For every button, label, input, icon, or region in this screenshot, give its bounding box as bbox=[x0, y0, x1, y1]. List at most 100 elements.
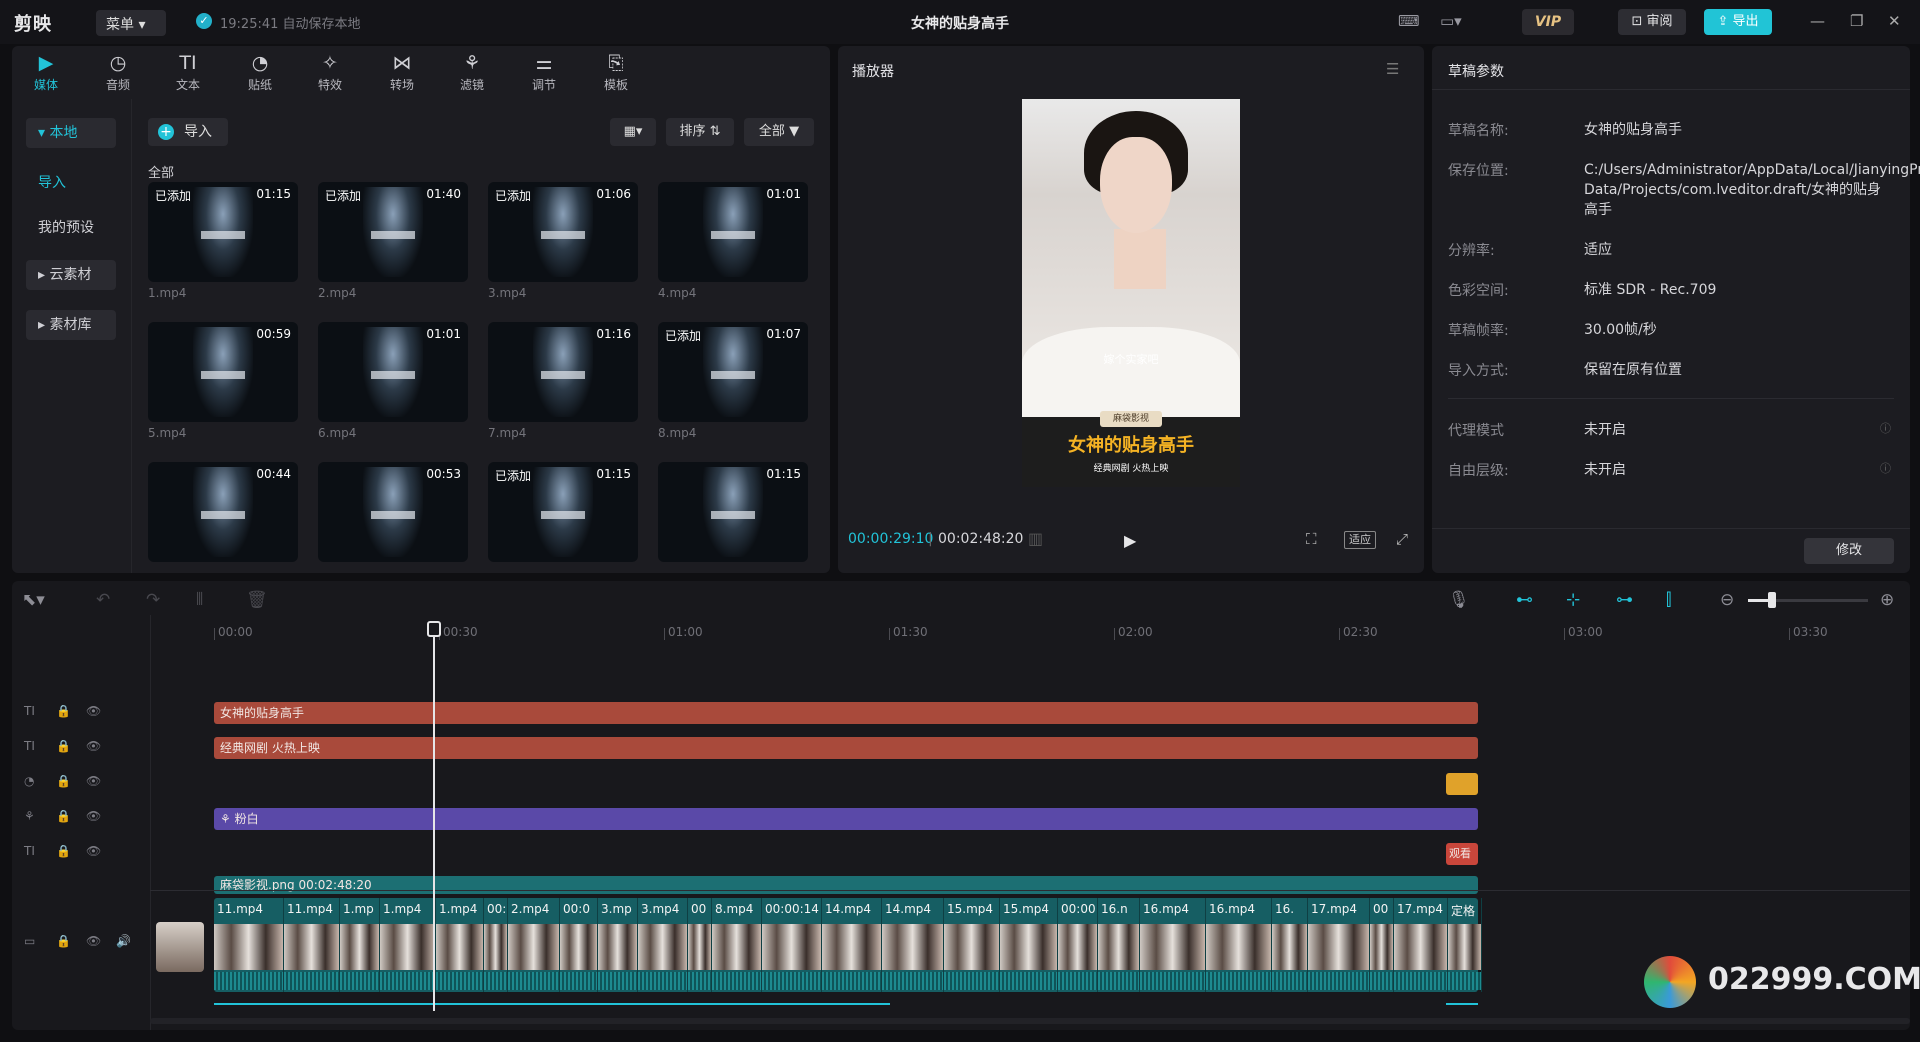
zoom-in-icon[interactable]: ⊕ bbox=[1880, 590, 1894, 610]
video-segment[interactable]: 11.mp4 bbox=[284, 898, 340, 992]
tab-adjust[interactable]: ⚌ 调节 bbox=[514, 50, 574, 93]
video-segment[interactable]: 00: bbox=[484, 898, 508, 992]
tab-transition[interactable]: ⋈ 转场 bbox=[372, 50, 432, 93]
help-icon[interactable]: ⓘ bbox=[1880, 420, 1891, 436]
sidebar-item-cloud[interactable]: ▸ 云素材 bbox=[26, 260, 116, 290]
select-tool-icon[interactable]: ⬉▾ bbox=[22, 590, 45, 610]
media-thumbnail[interactable]: 00:53 bbox=[318, 462, 468, 562]
lock-icon[interactable]: 🔒 bbox=[56, 739, 71, 753]
undo-icon[interactable]: ↶ bbox=[96, 590, 110, 610]
video-segment[interactable]: 定格 bbox=[1448, 898, 1482, 992]
video-segment[interactable]: 2.mp4 bbox=[508, 898, 560, 992]
video-segment[interactable]: 00 bbox=[1370, 898, 1394, 992]
review-button[interactable]: ⊡ 审阅 bbox=[1618, 9, 1686, 35]
split-icon[interactable]: ⫴ bbox=[196, 590, 203, 610]
media-thumbnail[interactable]: 01:15 bbox=[658, 462, 808, 562]
tab-text[interactable]: TI 文本 bbox=[158, 50, 218, 93]
video-segment[interactable]: 1.mp4 bbox=[436, 898, 484, 992]
tab-filter[interactable]: ⚘ 滤镜 bbox=[442, 50, 502, 93]
video-segment[interactable]: 8.mp4 bbox=[712, 898, 762, 992]
cover-thumbnail[interactable] bbox=[156, 922, 204, 972]
main-video-track[interactable]: 11.mp4 11.mp4 1.mp 1.mp4 1.mp4 00: 2.mp4 00:0 3.… bbox=[214, 898, 1482, 992]
minimize-icon[interactable]: — bbox=[1810, 12, 1825, 30]
video-segment[interactable]: 16.mp4 bbox=[1140, 898, 1206, 992]
maximize-icon[interactable]: ❐ bbox=[1850, 12, 1863, 30]
zoom-out-icon[interactable]: ⊖ bbox=[1720, 590, 1734, 610]
video-segment[interactable]: 16. bbox=[1272, 898, 1308, 992]
lock-icon[interactable]: 🔒 bbox=[56, 844, 71, 858]
sidebar-item-local[interactable]: ▾ 本地 bbox=[26, 118, 116, 148]
video-segment[interactable]: 00:0 bbox=[560, 898, 598, 992]
horizontal-scrollbar[interactable] bbox=[150, 1018, 1910, 1024]
watch-clip[interactable]: 观看 bbox=[1446, 843, 1478, 865]
microphone-icon[interactable]: 🎙 bbox=[1448, 590, 1470, 610]
keyboard-icon[interactable]: ⌨ bbox=[1398, 12, 1420, 32]
media-thumbnail[interactable]: 已添加 01:06 bbox=[488, 182, 638, 282]
video-segment[interactable]: 16.n bbox=[1098, 898, 1140, 992]
vip-button[interactable]: VIP bbox=[1522, 9, 1574, 35]
tab-effects[interactable]: ✧ 特效 bbox=[300, 50, 360, 93]
preview-axis-icon[interactable]: ⫿ bbox=[1666, 590, 1671, 610]
video-segment[interactable]: 1.mp4 bbox=[380, 898, 436, 992]
video-segment[interactable]: 17.mp4 bbox=[1394, 898, 1448, 992]
sort-button[interactable]: 排序 ⇅ bbox=[666, 118, 734, 146]
video-segment[interactable]: 17.mp4 bbox=[1308, 898, 1370, 992]
media-thumbnail[interactable]: 01:01 bbox=[658, 182, 808, 282]
linkage-icon[interactable]: ⊶ bbox=[1616, 590, 1633, 610]
menu-icon[interactable]: ☰ bbox=[1386, 60, 1399, 78]
eye-icon[interactable]: 👁 bbox=[86, 774, 101, 788]
eye-icon[interactable]: 👁 bbox=[86, 844, 101, 858]
fit-button[interactable]: 适应 bbox=[1344, 531, 1376, 549]
sidebar-item-presets[interactable]: 我的预设 bbox=[26, 213, 116, 243]
tab-media[interactable]: ▶ 媒体 bbox=[16, 50, 76, 93]
view-toggle-button[interactable]: ▦▾ bbox=[610, 118, 656, 146]
video-segment[interactable]: 00:00:14 bbox=[762, 898, 822, 992]
redo-icon[interactable]: ↷ bbox=[146, 590, 160, 610]
close-icon[interactable]: ✕ bbox=[1888, 12, 1901, 30]
export-button[interactable]: ⇪ 导出 bbox=[1704, 9, 1772, 35]
screenshot-icon[interactable]: ⛶ bbox=[1306, 530, 1317, 548]
video-segment[interactable]: 14.mp4 bbox=[882, 898, 944, 992]
tab-audio[interactable]: ◷ 音频 bbox=[88, 50, 148, 93]
tab-sticker[interactable]: ◔ 贴纸 bbox=[230, 50, 290, 93]
eye-icon[interactable]: 👁 bbox=[86, 739, 101, 753]
video-segment[interactable]: 3.mp bbox=[598, 898, 638, 992]
media-thumbnail[interactable]: 00:59 bbox=[148, 322, 298, 422]
video-segment[interactable]: 14.mp4 bbox=[822, 898, 882, 992]
eye-icon[interactable]: 👁 bbox=[86, 934, 101, 948]
video-segment[interactable]: 00 bbox=[688, 898, 712, 992]
media-thumbnail[interactable]: 已添加 01:15 bbox=[148, 182, 298, 282]
media-thumbnail[interactable]: 已添加 01:15 bbox=[488, 462, 638, 562]
lock-icon[interactable]: 🔒 bbox=[56, 934, 71, 948]
video-segment[interactable]: 16.mp4 bbox=[1206, 898, 1272, 992]
playhead[interactable] bbox=[433, 621, 435, 1011]
text-clip-title[interactable]: 女神的贴身高手 bbox=[214, 702, 1478, 724]
sidebar-item-import[interactable]: 导入 bbox=[26, 168, 116, 198]
video-segment[interactable]: 15.mp4 bbox=[1000, 898, 1058, 992]
video-segment[interactable]: 1.mp bbox=[340, 898, 380, 992]
eye-icon[interactable]: 👁 bbox=[86, 809, 101, 823]
media-thumbnail[interactable]: 01:16 bbox=[488, 322, 638, 422]
lock-icon[interactable]: 🔒 bbox=[56, 809, 71, 823]
playhead-handle[interactable] bbox=[427, 621, 441, 637]
video-segment[interactable]: 00:00: bbox=[1058, 898, 1098, 992]
layout-icon[interactable]: ▭▾ bbox=[1440, 12, 1462, 32]
eye-icon[interactable]: 👁 bbox=[86, 704, 101, 718]
tab-template[interactable]: ⎘ 模板 bbox=[586, 50, 646, 93]
media-thumbnail[interactable]: 00:44 bbox=[148, 462, 298, 562]
text-clip-subtitle[interactable]: 经典网剧 火热上映 bbox=[214, 737, 1478, 759]
video-preview[interactable]: 嫁个实家吧 麻袋影视 女神的贴身高手 经典网剧 火热上映 bbox=[1022, 99, 1240, 487]
overlay-clip[interactable]: 麻袋影视.png 00:02:48:20 bbox=[214, 876, 1478, 894]
media-thumbnail[interactable]: 已添加 01:07 bbox=[658, 322, 808, 422]
video-segment[interactable]: 15.mp4 bbox=[944, 898, 1000, 992]
lock-icon[interactable]: 🔒 bbox=[56, 704, 71, 718]
modify-button[interactable]: 修改 bbox=[1804, 538, 1894, 564]
video-segment[interactable]: 3.mp4 bbox=[638, 898, 688, 992]
media-thumbnail[interactable]: 已添加 01:40 bbox=[318, 182, 468, 282]
filter-clip[interactable]: ⚘ 粉白 bbox=[214, 808, 1478, 830]
video-segment[interactable]: 11.mp4 bbox=[214, 898, 284, 992]
filter-button[interactable]: 全部 ▼ bbox=[744, 118, 814, 146]
sticker-clip[interactable] bbox=[1446, 773, 1478, 795]
media-thumbnail[interactable]: 01:01 bbox=[318, 322, 468, 422]
zoom-slider-handle[interactable] bbox=[1768, 592, 1776, 608]
